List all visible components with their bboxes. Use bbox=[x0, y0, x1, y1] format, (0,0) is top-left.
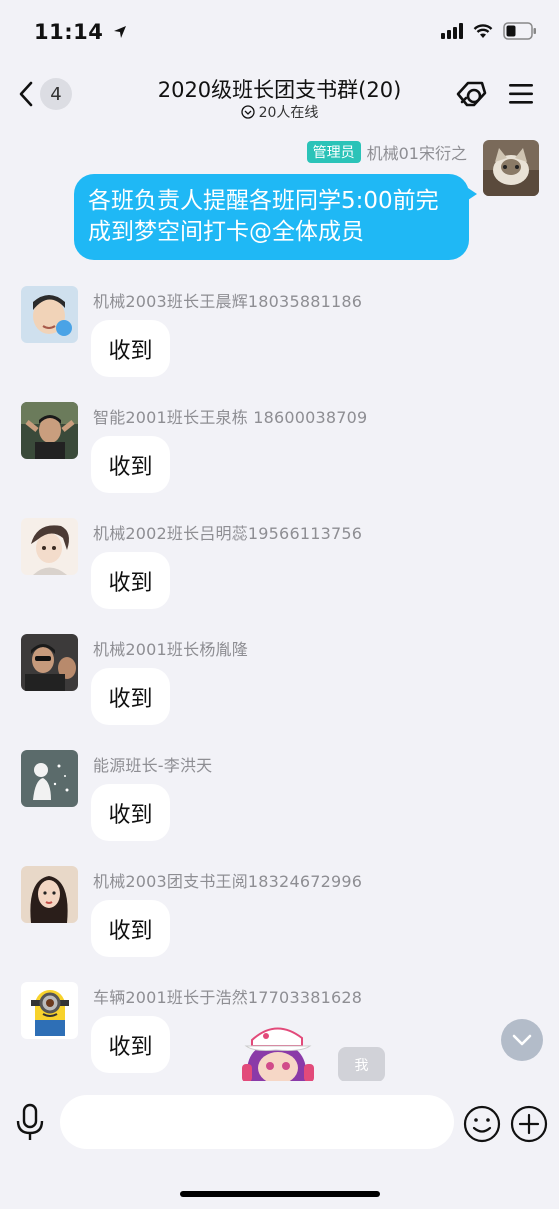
sender-name: 机械2003班长王晨辉18035881186 bbox=[93, 292, 363, 311]
emoji-button[interactable] bbox=[463, 1105, 501, 1147]
me-tag[interactable]: 我 bbox=[338, 1047, 385, 1082]
message-bubble[interactable]: 收到 bbox=[91, 668, 170, 725]
outgoing-message: 管理员 机械01宋衍之 各班负责人提醒各班同学5:00前完成到梦空间打卡@全体成… bbox=[0, 136, 559, 266]
avatar[interactable] bbox=[21, 866, 78, 923]
silhouette-avatar-icon bbox=[21, 750, 78, 807]
minion-avatar-icon bbox=[21, 982, 78, 1039]
wifi-icon bbox=[473, 24, 493, 38]
message-bubble[interactable]: 各班负责人提醒各班同学5:00前完成到梦空间打卡@全体成员 bbox=[74, 174, 477, 260]
incoming-message: 机械2001班长杨胤隆 收到 bbox=[0, 634, 559, 734]
message-bubble[interactable]: 收到 bbox=[91, 900, 170, 957]
more-button[interactable] bbox=[510, 1105, 548, 1147]
message-bubble[interactable]: 收到 bbox=[91, 320, 170, 377]
message-input[interactable] bbox=[60, 1095, 454, 1149]
sender-name: 机械2002班长吕明蕊19566113756 bbox=[93, 524, 363, 543]
voice-button[interactable] bbox=[14, 1103, 46, 1147]
plus-circle-icon bbox=[510, 1105, 548, 1143]
girl-photo-avatar-icon bbox=[21, 866, 78, 923]
anime-girl-sticker-icon bbox=[242, 1027, 314, 1084]
message-bubble[interactable]: 收到 bbox=[91, 436, 170, 493]
sender-name: 机械2003团支书王阅18324672996 bbox=[93, 872, 363, 891]
sender-name: 能源班长-李洪天 bbox=[93, 756, 213, 775]
scroll-down-button[interactable] bbox=[501, 1019, 543, 1061]
cat-avatar-icon bbox=[483, 140, 539, 196]
avatar[interactable] bbox=[21, 518, 78, 575]
incoming-message: 能源班长-李洪天 收到 bbox=[0, 750, 559, 850]
message-bubble[interactable]: 收到 bbox=[91, 552, 170, 609]
incoming-message: 机械2003团支书王阅18324672996 收到 bbox=[0, 866, 559, 966]
incoming-message: 机械2003班长王晨辉18035881186 收到 bbox=[0, 286, 559, 386]
online-count-text: 20人在线 bbox=[258, 105, 319, 121]
microphone-icon bbox=[16, 1103, 44, 1140]
cellular-signal-icon bbox=[441, 23, 463, 39]
tag-link-icon bbox=[456, 81, 487, 107]
incoming-message: 机械2002班长吕明蕊19566113756 收到 bbox=[0, 518, 559, 618]
input-bar bbox=[0, 1081, 559, 1209]
sender-name: 机械01宋衍之 bbox=[366, 144, 467, 163]
chevron-down-icon bbox=[512, 1034, 532, 1046]
share-button[interactable] bbox=[452, 78, 490, 116]
group-photo-avatar-icon bbox=[21, 634, 78, 691]
admin-badge: 管理员 bbox=[306, 141, 361, 163]
avatar[interactable] bbox=[21, 982, 78, 1039]
message-header: 管理员 机械01宋衍之 bbox=[306, 140, 467, 164]
avatar[interactable] bbox=[21, 634, 78, 691]
home-indicator bbox=[180, 1191, 380, 1197]
incoming-message: 智能2001班长王泉栋 18600038709 收到 bbox=[0, 402, 559, 502]
girl-sticker[interactable] bbox=[236, 1018, 320, 1086]
sender-name: 车辆2001班长于浩然17703381628 bbox=[93, 988, 363, 1007]
man-photo-avatar-icon bbox=[21, 402, 78, 459]
avatar[interactable] bbox=[483, 140, 539, 196]
avatar[interactable] bbox=[21, 286, 78, 343]
message-bubble[interactable]: 收到 bbox=[91, 784, 170, 841]
avatar[interactable] bbox=[21, 750, 78, 807]
status-indicators bbox=[441, 22, 537, 40]
smiley-icon bbox=[463, 1105, 501, 1143]
clock-text: 11:14 bbox=[34, 20, 104, 44]
menu-button[interactable] bbox=[508, 82, 534, 110]
location-arrow-icon bbox=[114, 26, 127, 38]
hamburger-menu-icon bbox=[509, 84, 533, 104]
battery-icon bbox=[503, 22, 536, 40]
sender-name: 智能2001班长王泉栋 18600038709 bbox=[93, 408, 368, 427]
status-bar: 11:14 bbox=[0, 0, 559, 66]
boy-photo-avatar-icon bbox=[21, 286, 78, 343]
status-time: 11:14 bbox=[34, 20, 127, 44]
message-bubble[interactable]: 收到 bbox=[91, 1016, 170, 1073]
chevron-down-circle-icon bbox=[240, 105, 255, 119]
anime-boy-avatar-icon bbox=[21, 518, 78, 575]
chat-header: 4 2020级班长团支书群(20) 20人在线 bbox=[0, 66, 559, 130]
avatar[interactable] bbox=[21, 402, 78, 459]
sender-name: 机械2001班长杨胤隆 bbox=[93, 640, 248, 659]
